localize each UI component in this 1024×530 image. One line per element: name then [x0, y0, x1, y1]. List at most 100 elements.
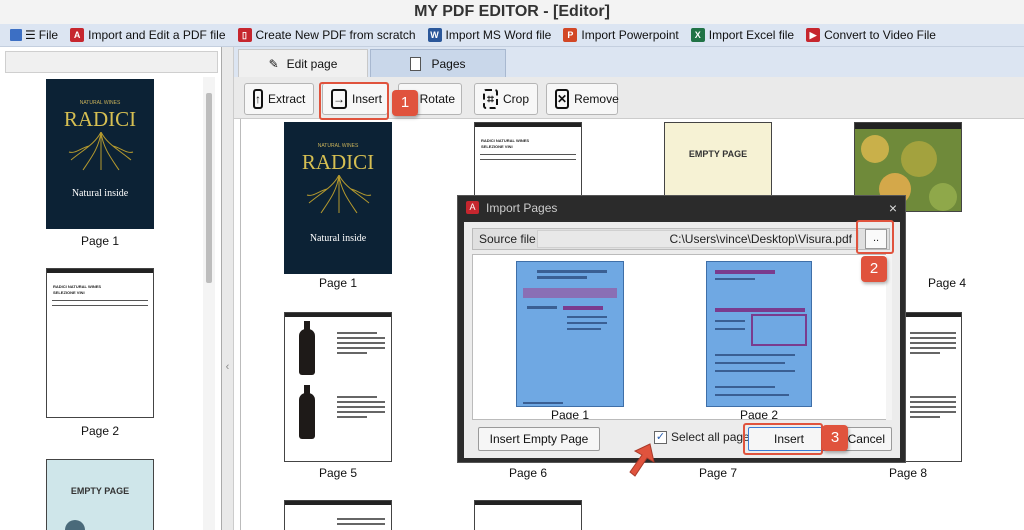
empty-page-text: EMPTY PAGE — [688, 149, 748, 159]
tagline-text: Natural inside — [309, 233, 367, 244]
dialog-title: Import Pages — [486, 201, 558, 215]
tab-pages[interactable]: Pages — [370, 49, 506, 77]
page-list-header — [5, 51, 218, 73]
button-label: Extract — [268, 92, 306, 106]
browse-highlight-box — [856, 220, 894, 254]
empty-page-text: EMPTY PAGE — [70, 486, 130, 496]
menu-file-label: File — [38, 28, 59, 42]
page-thumbnail[interactable]: RADICI NATURAL WINES SELEZIONE VINI — [46, 268, 154, 418]
window-title: MY PDF EDITOR - [Editor] — [414, 3, 610, 20]
tagline-text: Natural inside — [71, 188, 129, 199]
arrow-pointer-icon — [629, 443, 655, 477]
pages-icon — [410, 56, 422, 71]
page-label: Page 6 — [508, 466, 548, 480]
page-label: Page 7 — [698, 466, 738, 480]
menu-label: Import Excel file — [708, 28, 795, 42]
video-icon: ▶ — [806, 28, 821, 42]
page-label: Page 1 — [318, 276, 358, 290]
panel-splitter[interactable]: ‹ — [222, 47, 234, 530]
page-thumbnail[interactable] — [284, 500, 392, 530]
import-page-label: Page 1 — [550, 408, 590, 420]
menu-import-excel[interactable]: X Import Excel file — [685, 25, 800, 46]
pencil-icon: ✎ — [268, 56, 279, 71]
page-label: Page 2 — [80, 424, 120, 438]
brand-text: NATURAL WINES — [317, 143, 359, 149]
tab-strip: ✎ Edit page Pages — [234, 47, 1024, 77]
page-label: Page 8 — [888, 466, 928, 480]
doc-subheading: SELEZIONE VINI — [53, 290, 85, 295]
menu-bar: ☰ File A Import and Edit a PDF file ▯ Crea… — [0, 24, 1024, 47]
page-list-panel: NATURAL WINES RADICI Natural inside Page… — [0, 47, 222, 530]
button-label: Rotate — [419, 92, 455, 106]
powerpoint-icon: P — [563, 28, 578, 42]
scrollbar-thumb[interactable] — [206, 93, 212, 283]
menu-label: Import and Edit a PDF file — [88, 28, 226, 42]
menu-file[interactable]: ☰ File — [4, 25, 64, 46]
close-icon[interactable]: × — [889, 196, 897, 220]
menu-label: Create New PDF from scratch — [255, 28, 416, 42]
page-label: Page 1 — [80, 234, 120, 248]
extract-button[interactable]: ↑ Extract — [244, 83, 314, 115]
page-label: Page 5 — [318, 466, 358, 480]
tab-label: Edit page — [286, 56, 338, 71]
menu-convert-video[interactable]: ▶ Convert to Video File — [800, 25, 942, 46]
page-thumbnail[interactable]: EMPTY PAGE — [46, 459, 154, 530]
menu-import-word[interactable]: W Import MS Word file — [422, 25, 558, 46]
roots-illustration — [68, 132, 134, 171]
menu-import-powerpoint[interactable]: P Import Powerpoint — [557, 25, 684, 46]
logo-text: RADICI — [63, 107, 137, 131]
crop-icon: ⌗ — [483, 89, 498, 109]
logo-text: RADICI — [301, 150, 375, 174]
source-file-input[interactable]: C:\Users\vince\Desktop\Visura.pdf — [537, 230, 859, 248]
hamburger-icon: ☰ — [25, 28, 36, 42]
insert-highlight-box — [319, 82, 389, 120]
extract-icon: ↑ — [253, 89, 263, 109]
menu-label: Import Powerpoint — [581, 28, 679, 42]
menu-create-pdf[interactable]: ▯ Create New PDF from scratch — [232, 25, 422, 46]
menu-label: Convert to Video File — [824, 28, 936, 42]
callout-badge-3: 3 — [822, 425, 848, 451]
dialog-title-bar: A Import Pages × — [458, 196, 907, 220]
title-bar: MY PDF EDITOR - [Editor] — [0, 0, 1024, 24]
remove-button[interactable]: ✕ Remove — [546, 83, 619, 115]
doc-heading: RADICI NATURAL WINES — [481, 138, 530, 143]
callout-badge-2: 2 — [861, 256, 887, 282]
excel-icon: X — [690, 28, 705, 42]
doc-heading: RADICI NATURAL WINES — [53, 284, 102, 289]
source-file-row: Source file C:\Users\vince\Desktop\Visur… — [472, 228, 890, 250]
pdf-icon: A — [466, 201, 479, 214]
insert-empty-page-button[interactable]: Insert Empty Page — [478, 427, 600, 451]
wine-bottle-image — [299, 385, 315, 439]
brand-text: NATURAL WINES — [79, 100, 121, 106]
menu-label: Import MS Word file — [445, 28, 552, 42]
import-pages-dialog: A Import Pages × Source file C:\Users\vi… — [457, 195, 906, 463]
pdf-icon: A — [70, 28, 85, 42]
import-page-thumbnail[interactable] — [706, 261, 812, 407]
app-menu-icon — [10, 29, 22, 41]
tab-edit-page[interactable]: ✎ Edit page — [238, 49, 368, 77]
dialog-body: Source file C:\Users\vince\Desktop\Visur… — [464, 222, 900, 458]
insert-confirm-highlight-box — [743, 423, 823, 455]
page-thumbnail[interactable]: NATURAL WINES RADICI Natural inside — [284, 122, 392, 274]
new-pdf-icon: ▯ — [237, 28, 252, 42]
button-label: Remove — [574, 92, 619, 106]
import-page-label: Page 2 — [739, 408, 779, 420]
source-file-label: Source file — [479, 232, 536, 246]
page-thumbnail[interactable] — [474, 500, 582, 530]
roots-illustration — [306, 175, 372, 214]
word-icon: W — [427, 28, 442, 42]
chevron-left-icon: ‹ — [225, 361, 230, 373]
page-thumbnail[interactable]: NATURAL WINES RADICI Natural inside — [46, 79, 154, 229]
remove-icon: ✕ — [555, 89, 570, 109]
doc-subheading: SELEZIONE VINI — [481, 144, 513, 149]
button-label: Crop — [502, 92, 529, 106]
source-file-path: C:\Users\vince\Desktop\Visura.pdf — [669, 232, 852, 246]
import-page-thumbnail[interactable] — [516, 261, 624, 407]
callout-badge-1: 1 — [392, 90, 418, 116]
page-thumbnail[interactable] — [284, 312, 392, 462]
wine-bottle-image — [299, 321, 315, 375]
page-thumbnail[interactable] — [906, 312, 962, 462]
crop-button[interactable]: ⌗ Crop — [474, 83, 538, 115]
tab-label: Pages — [431, 56, 466, 71]
menu-import-pdf[interactable]: A Import and Edit a PDF file — [64, 25, 231, 46]
